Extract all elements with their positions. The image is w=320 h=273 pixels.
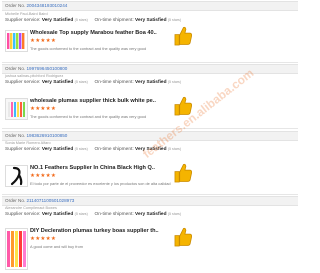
order-label: Order No.	[5, 133, 26, 138]
review-comment: A good come and will buy from	[30, 244, 83, 249]
thumbs-up-icon	[174, 26, 193, 46]
shipment-value: Very Satisfied	[135, 18, 167, 23]
supplier-service-label: Supplier service:	[5, 80, 41, 85]
review-comment: The goods conformed to the contract and …	[30, 114, 147, 119]
order-header: Order No. 2004348193010244	[2, 1, 298, 11]
product-thumbnail[interactable]	[5, 228, 28, 270]
supplier-service-count: (5 stars)	[74, 147, 88, 151]
rating-summary: Supplier service: Very Satisfied (5 star…	[5, 212, 181, 217]
supplier-service-value: Very Satisfied	[41, 212, 74, 217]
reviews-page: Order No. 2004348193010244 Michelle Paul…	[0, 0, 300, 273]
product-title-link[interactable]: wholesale plumas supplier thick bulk whi…	[30, 98, 156, 104]
buyer-name: Sonia Marie Romero Alfaro	[5, 141, 51, 145]
supplier-service-label: Supplier service:	[5, 147, 41, 152]
product-title-link[interactable]: NO.1 Feathers Supplier In China Black Hi…	[30, 165, 155, 171]
review-comment: The goods conformed to the contract and …	[30, 46, 147, 51]
order-label: Order No.	[5, 66, 26, 71]
shipment-label: On-time shipment:	[94, 147, 134, 152]
shipment-value: Very Satisfied	[135, 212, 167, 217]
supplier-service-count: (5 stars)	[74, 212, 88, 216]
supplier-service-label: Supplier service:	[5, 212, 41, 217]
shipment-label: On-time shipment:	[94, 80, 134, 85]
turkey-boa-image	[7, 231, 26, 267]
shipment-count: (5 stars)	[167, 212, 182, 216]
shipment-count: (5 stars)	[167, 18, 182, 22]
order-number-link[interactable]: 1983626910100850	[26, 133, 67, 138]
feather-plume-image	[6, 99, 27, 119]
shipment-count: (5 stars)	[167, 80, 182, 84]
feather-boa-image	[7, 33, 25, 49]
star-rating: ★★★★★	[30, 38, 57, 44]
order-label: Order No.	[5, 198, 26, 203]
supplier-service-value: Very Satisfied	[41, 147, 74, 152]
buyer-name: Michelle Paul-Baird Baird	[5, 12, 48, 16]
thumbs-up-icon	[174, 227, 193, 247]
order-label: Order No.	[5, 3, 26, 8]
shipment-value: Very Satisfied	[135, 80, 167, 85]
supplier-service-value: Very Satisfied	[41, 18, 74, 23]
divider	[2, 128, 298, 129]
product-thumbnail[interactable]	[5, 165, 28, 187]
thumbs-up-icon	[174, 163, 193, 183]
order-header: Order No. 1983626910100850	[2, 131, 298, 141]
product-title-link[interactable]: DIY Decleration plumas turkey boas suppl…	[30, 228, 159, 234]
order-header: Order No. 2114071100501028973	[2, 196, 298, 206]
rating-summary: Supplier service: Very Satisfied (5 star…	[5, 18, 181, 23]
shipment-label: On-time shipment:	[94, 212, 134, 217]
divider	[2, 194, 298, 195]
order-number-link[interactable]: 2004348193010244	[26, 3, 67, 8]
star-rating: ★★★★★	[30, 236, 57, 242]
review-comment: El todo por parte de el proveedor es exc…	[30, 181, 171, 186]
star-rating: ★★★★★	[30, 173, 57, 179]
product-title-link[interactable]: Wholesale Top supply Marabou feather Boa…	[30, 30, 157, 36]
order-number-link[interactable]: 1997696450100800	[26, 66, 67, 71]
black-feather-image	[10, 166, 23, 186]
rating-summary: Supplier service: Very Satisfied (5 star…	[5, 80, 181, 85]
shipment-count: (5 stars)	[167, 147, 182, 151]
supplier-service-label: Supplier service:	[5, 18, 41, 23]
product-thumbnail[interactable]	[5, 30, 28, 52]
shipment-label: On-time shipment:	[94, 18, 134, 23]
divider	[2, 62, 298, 63]
review-card: Alexandre Compilenaut Bowes Supplier ser…	[2, 206, 298, 270]
supplier-service-count: (5 stars)	[74, 18, 88, 22]
order-number-link[interactable]: 2114071100501028973	[26, 198, 74, 203]
supplier-service-value: Very Satisfied	[41, 80, 74, 85]
buyer-name: joshua salinas-pitchford Rodriguez	[5, 74, 64, 78]
buyer-name: Alexandre Compilenaut Bowes	[5, 206, 57, 210]
product-thumbnail[interactable]	[5, 98, 28, 120]
supplier-service-count: (5 stars)	[74, 80, 88, 84]
star-rating: ★★★★★	[30, 106, 57, 112]
review-card: joshua salinas-pitchford Rodriguez Suppl…	[2, 74, 298, 134]
